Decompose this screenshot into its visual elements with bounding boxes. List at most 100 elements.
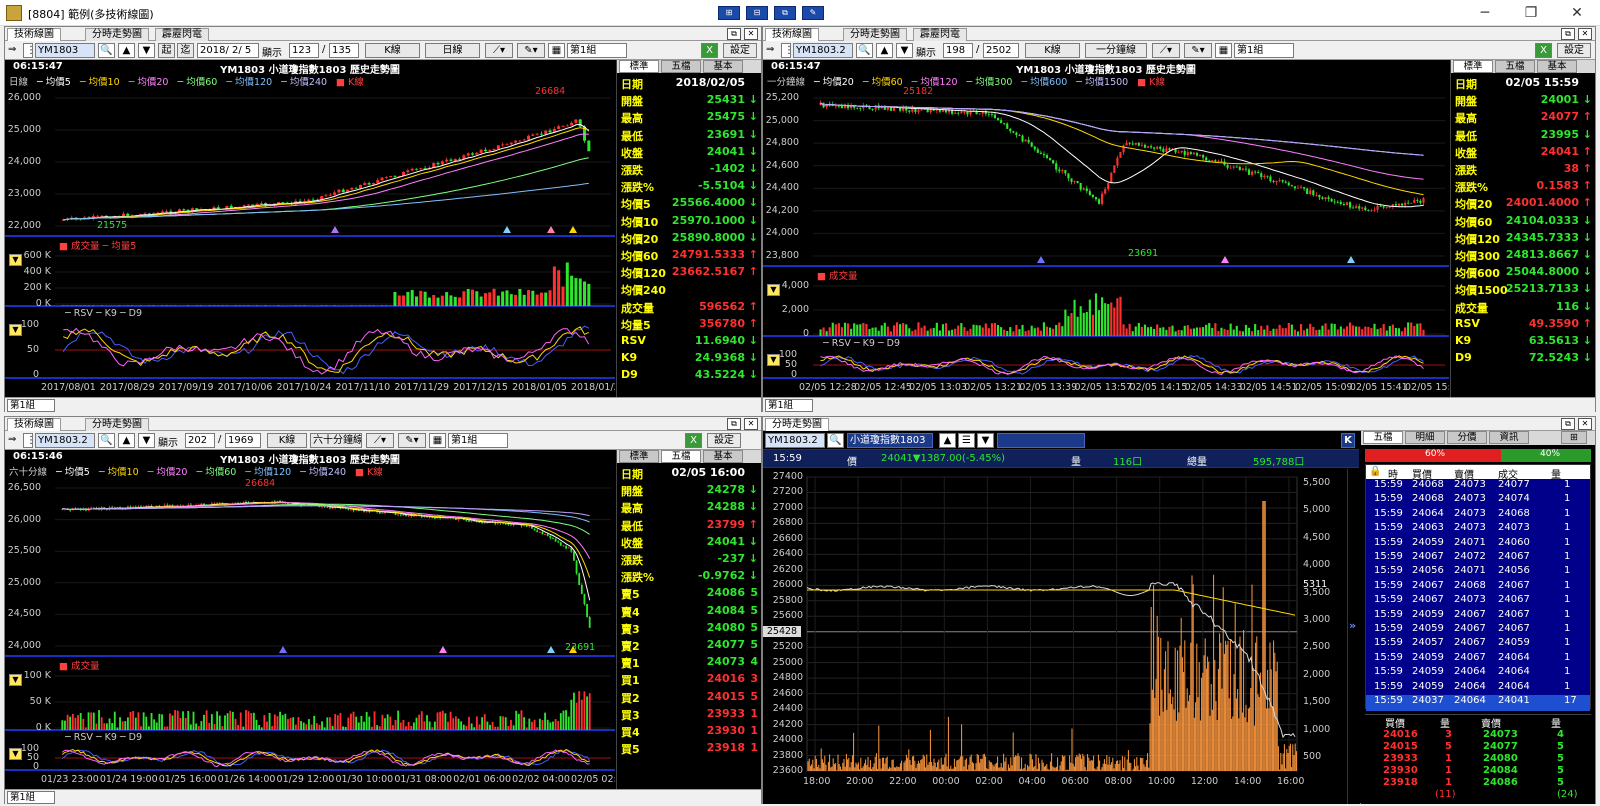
group-select[interactable]: 第1組 [567,43,627,58]
tab-standard[interactable]: 標準 [619,450,659,463]
prev-up-button[interactable]: ▲ [118,433,135,448]
draw-tool-icon[interactable]: ⟋▾ [366,433,394,448]
tab-five-levels[interactable]: 五檔 [661,60,701,73]
tick-row[interactable]: 15:59 24059 24071 24060 1 [1366,537,1590,553]
tick-row[interactable]: 15:59 24063 24073 24073 1 [1366,522,1590,538]
search-icon[interactable]: 🔍 [856,43,873,58]
intraday-chart-area[interactable]: 27400 27200 27000 26800 26600 26400 26200 26000… [763,469,1347,804]
prev-up-button[interactable]: ▲ [876,43,893,58]
kline-select[interactable]: K線 [267,433,307,448]
tick-row[interactable]: 15:59 24056 24071 24056 1 [1366,565,1590,581]
tick-row[interactable]: 15:59 24067 24073 24067 1 [1366,594,1590,610]
popout-icon[interactable]: ⧉ [727,418,741,430]
tick-row[interactable]: 15:59 24037 24064 24041 17 [1366,695,1590,711]
prev-up-button[interactable]: ▲ [118,43,135,58]
footer-group-select[interactable]: 第1組 [7,791,55,804]
show-count-field[interactable]: 123 [289,43,319,58]
tick-row[interactable]: 15:59 24059 24067 24067 1 [1366,609,1590,625]
layout-button-2[interactable]: ⊟ [746,6,768,20]
tab-basic[interactable]: 基本 [703,60,743,73]
query-field[interactable] [997,433,1085,448]
search-icon[interactable]: 🔍 [827,433,844,448]
tick-row[interactable]: 15:59 24064 24073 24068 1 [1366,508,1590,524]
layout-button-1[interactable]: ⊞ [718,6,740,20]
kline-select[interactable]: K線 [1025,43,1080,58]
minimize-button[interactable]: ─ [1462,0,1508,26]
tab-five-levels[interactable]: 五檔 [1363,431,1403,444]
symbol-select[interactable]: YM1803.2 [765,433,825,448]
to-button[interactable]: 迄 [177,43,194,58]
tab-technical[interactable]: 技術線圖 [7,418,61,431]
tick-row[interactable]: 15:59 24067 24068 24067 1 [1366,580,1590,596]
search-icon[interactable]: 🔍 [98,43,115,58]
layout-button-4[interactable]: ✎ [802,6,824,20]
restore-icon[interactable]: ⊞ [1561,431,1587,444]
tab-intraday[interactable]: 分時走勢圖 [765,418,829,431]
close-icon[interactable]: ✕ [744,418,758,430]
calendar-icon[interactable]: ▦ [429,433,446,448]
tick-row[interactable]: 15:59 24068 24073 24077 1 [1366,479,1590,495]
close-icon[interactable]: ✕ [1578,28,1592,40]
tab-five-levels[interactable]: 五檔 [1495,60,1535,73]
group-select[interactable]: 第1組 [1234,43,1294,58]
tick-row[interactable]: 15:59 24068 24073 24074 1 [1366,493,1590,509]
grid-icon[interactable]: ⋮ [781,43,791,58]
prev-up-button[interactable]: ▲ [939,433,956,448]
tick-list[interactable]: 🔒 時 買價 賣價 成交 量 15:59 24068 24073 24077 1 15:5… [1365,464,1591,711]
tick-row[interactable]: 15:59 24059 24064 24064 1 [1366,666,1590,682]
tab-detail[interactable]: 明細 [1405,431,1445,444]
excel-icon[interactable]: X [1535,43,1552,58]
restore-button[interactable]: ❐ [1508,0,1554,26]
layout-button-3[interactable]: ⧉ [774,6,796,20]
tick-row[interactable]: 15:59 24059 24067 24067 1 [1366,623,1590,639]
date-field[interactable]: 2018/ 2/ 5 [197,43,259,58]
popout-icon[interactable]: ⧉ [1561,28,1575,40]
close-button[interactable]: ✕ [1554,0,1600,26]
list-icon[interactable]: ☰ [958,433,975,448]
tab-lightning[interactable]: 霹靂閃電 [155,28,209,41]
pen-tool-icon[interactable]: ✎▾ [1184,43,1212,58]
next-down-button[interactable]: ▼ [138,433,155,448]
grid-icon[interactable]: ⋮ [23,433,33,448]
next-down-button[interactable]: ▼ [138,43,155,58]
close-icon[interactable]: ✕ [1578,418,1592,430]
show-count-field[interactable]: 198 [943,43,973,58]
from-button[interactable]: 起 [158,43,175,58]
popout-icon[interactable]: ⧉ [1561,418,1575,430]
calendar-icon[interactable]: ▦ [548,43,565,58]
tick-row[interactable]: 15:59 24059 24064 24064 1 [1366,681,1590,697]
k-button[interactable]: K [1341,433,1355,448]
total-count-field[interactable]: 135 [329,43,359,58]
total-count-field[interactable]: 2502 [983,43,1019,58]
excel-icon[interactable]: X [701,43,718,58]
grid-icon[interactable]: ⋮ [23,43,33,58]
pen-tool-icon[interactable]: ✎▾ [517,43,545,58]
kline-select[interactable]: K線 [365,43,420,58]
popout-icon[interactable]: ⧉ [727,28,741,40]
expand-handle[interactable]: » [1347,469,1360,804]
period-select[interactable]: 日線 [425,43,480,58]
tab-intraday[interactable]: 分時走勢圖 [85,418,149,431]
settings-button[interactable]: 設定 [723,43,757,58]
tab-lightning[interactable]: 霹靂閃電 [913,28,967,41]
next-down-button[interactable]: ▼ [896,43,913,58]
tick-row[interactable]: 15:59 24057 24067 24059 1 [1366,637,1590,653]
group-select[interactable]: 第1組 [448,433,508,448]
symbol-select[interactable]: YM1803.2 [793,43,853,58]
symbol-select[interactable]: YM1803 [35,43,95,58]
tab-technical[interactable]: 技術線圖 [765,28,819,41]
tab-five-levels[interactable]: 五檔 [661,450,701,463]
draw-tool-icon[interactable]: ⟋▾ [485,43,513,58]
tick-row[interactable]: 15:59 24059 24067 24064 1 [1366,652,1590,668]
excel-icon[interactable]: X [685,433,702,448]
tab-technical[interactable]: 技術線圖 [7,28,61,41]
search-icon[interactable]: 🔍 [98,433,115,448]
tab-intraday[interactable]: 分時走勢圖 [85,28,149,41]
footer-group-select[interactable]: 第1組 [765,399,813,412]
tab-basic[interactable]: 基本 [1537,60,1577,73]
tab-price-dist[interactable]: 分價 [1447,431,1487,444]
tab-intraday[interactable]: 分時走勢圖 [843,28,907,41]
footer-group-select[interactable]: 第1組 [7,399,55,412]
draw-tool-icon[interactable]: ⟋▾ [1152,43,1180,58]
calendar-icon[interactable]: ▦ [1215,43,1232,58]
